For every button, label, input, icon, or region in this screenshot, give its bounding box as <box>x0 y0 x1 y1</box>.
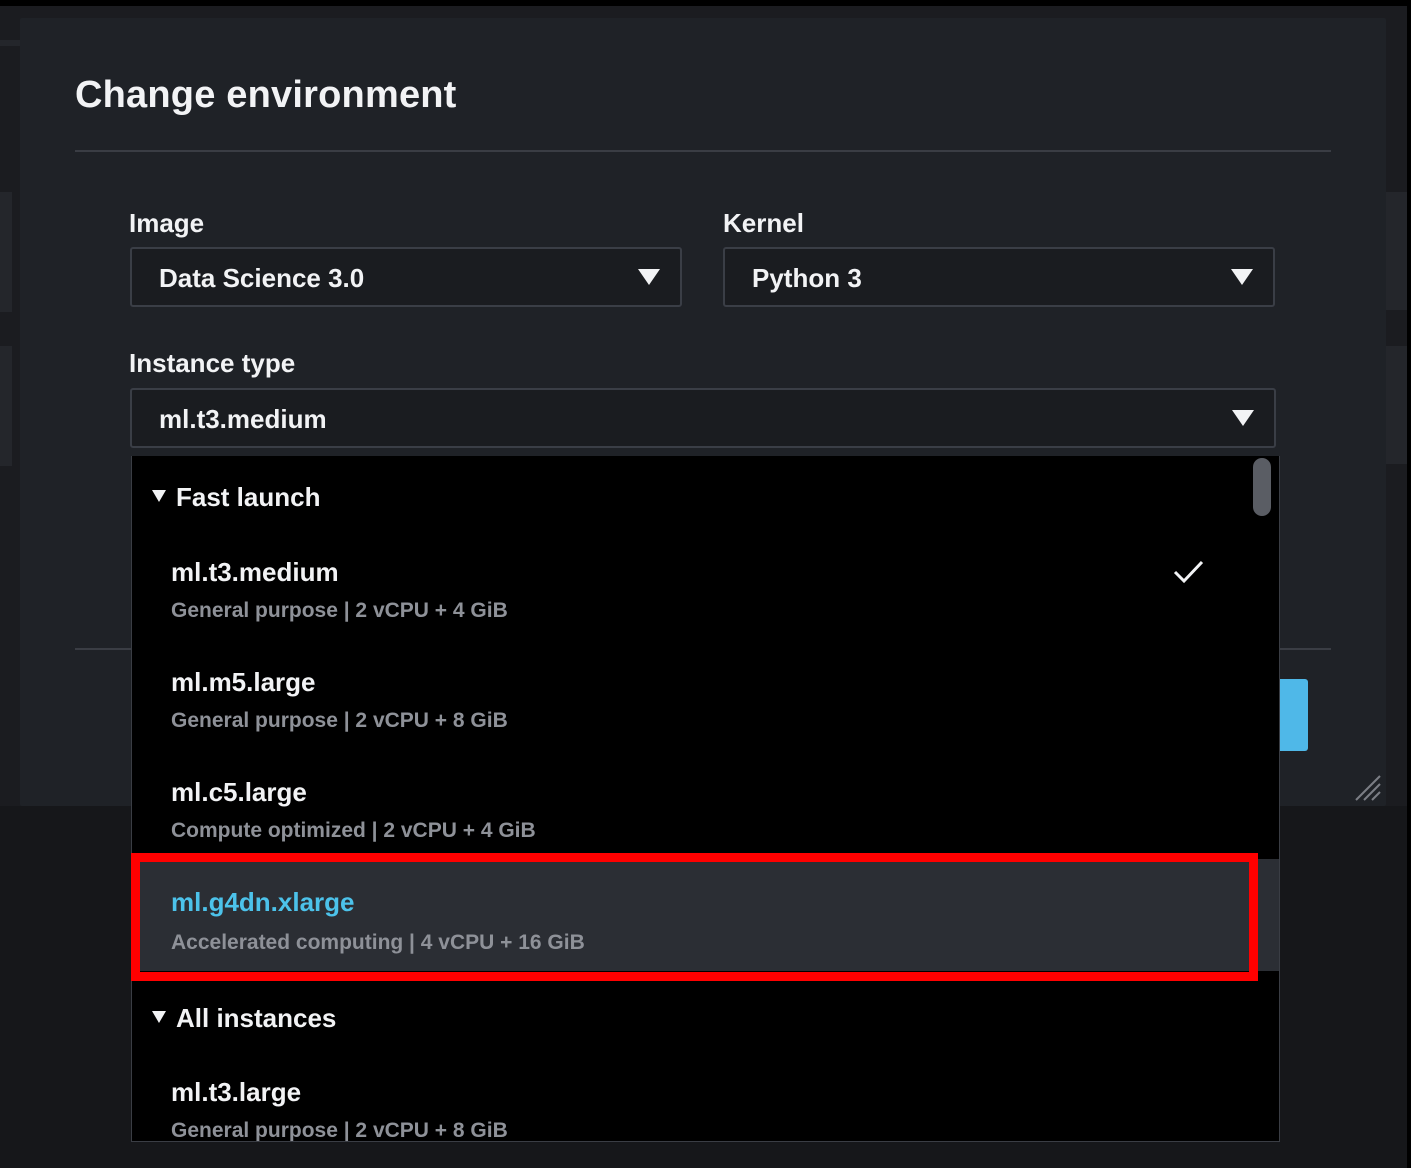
option-ml-t3-medium[interactable]: ml.t3.medium General purpose | 2 vCPU + … <box>132 557 1279 667</box>
kernel-select[interactable]: Python 3 <box>723 247 1275 307</box>
background-panel <box>0 192 12 312</box>
chevron-down-icon <box>638 269 660 285</box>
frame-edge <box>1407 0 1411 1168</box>
option-ml-g4dn-xlarge[interactable]: ml.g4dn.xlarge Accelerated computing | 4… <box>132 859 1279 971</box>
option-description: General purpose | 2 vCPU + 8 GiB <box>171 709 508 732</box>
instance-type-label: Instance type <box>129 348 296 378</box>
group-header-all-instances[interactable]: All instances <box>152 1003 336 1034</box>
group-label: All instances <box>176 1003 337 1033</box>
background-panel <box>0 346 12 466</box>
dialog-title: Change environment <box>75 74 457 116</box>
background-panel <box>0 40 20 46</box>
option-ml-m5-large[interactable]: ml.m5.large General purpose | 2 vCPU + 8… <box>132 667 1279 777</box>
resize-handle-icon[interactable] <box>1352 772 1382 802</box>
image-select[interactable]: Data Science 3.0 <box>130 247 682 307</box>
image-label: Image <box>129 208 205 238</box>
option-name: ml.g4dn.xlarge <box>171 887 355 917</box>
divider <box>75 150 1331 152</box>
chevron-down-icon <box>1232 410 1254 426</box>
option-name: ml.c5.large <box>171 777 307 807</box>
background-panel <box>1386 192 1407 310</box>
triangle-down-icon <box>152 490 166 502</box>
kernel-label: Kernel <box>723 208 804 238</box>
group-header-fast-launch[interactable]: Fast launch <box>152 482 320 513</box>
background-panel <box>1386 346 1407 464</box>
image-select-value: Data Science 3.0 <box>159 263 365 293</box>
option-name: ml.t3.large <box>171 1077 302 1107</box>
option-description: General purpose | 2 vCPU + 8 GiB <box>171 1119 508 1142</box>
chevron-down-icon <box>1231 269 1253 285</box>
instance-type-select-value: ml.t3.medium <box>159 404 327 434</box>
option-name: ml.t3.medium <box>171 557 339 587</box>
instance-type-select[interactable]: ml.t3.medium <box>130 388 1276 448</box>
listbox-scrollbar-thumb[interactable] <box>1253 458 1271 516</box>
kernel-select-value: Python 3 <box>752 263 862 293</box>
screen: Change environment Image Data Science 3.… <box>0 0 1411 1168</box>
instance-type-listbox[interactable]: Fast launch ml.t3.medium General purpose… <box>131 456 1280 1142</box>
checkmark-icon <box>1173 560 1204 584</box>
option-description: Accelerated computing | 4 vCPU + 16 GiB <box>171 931 585 954</box>
triangle-down-icon <box>152 1011 166 1023</box>
frame-edge <box>0 0 1411 6</box>
option-description: General purpose | 2 vCPU + 4 GiB <box>171 599 508 622</box>
option-description: Compute optimized | 2 vCPU + 4 GiB <box>171 819 536 842</box>
option-ml-t3-large[interactable]: ml.t3.large General purpose | 2 vCPU + 8… <box>132 1077 1279 1142</box>
group-label: Fast launch <box>176 482 321 512</box>
option-name: ml.m5.large <box>171 667 316 697</box>
